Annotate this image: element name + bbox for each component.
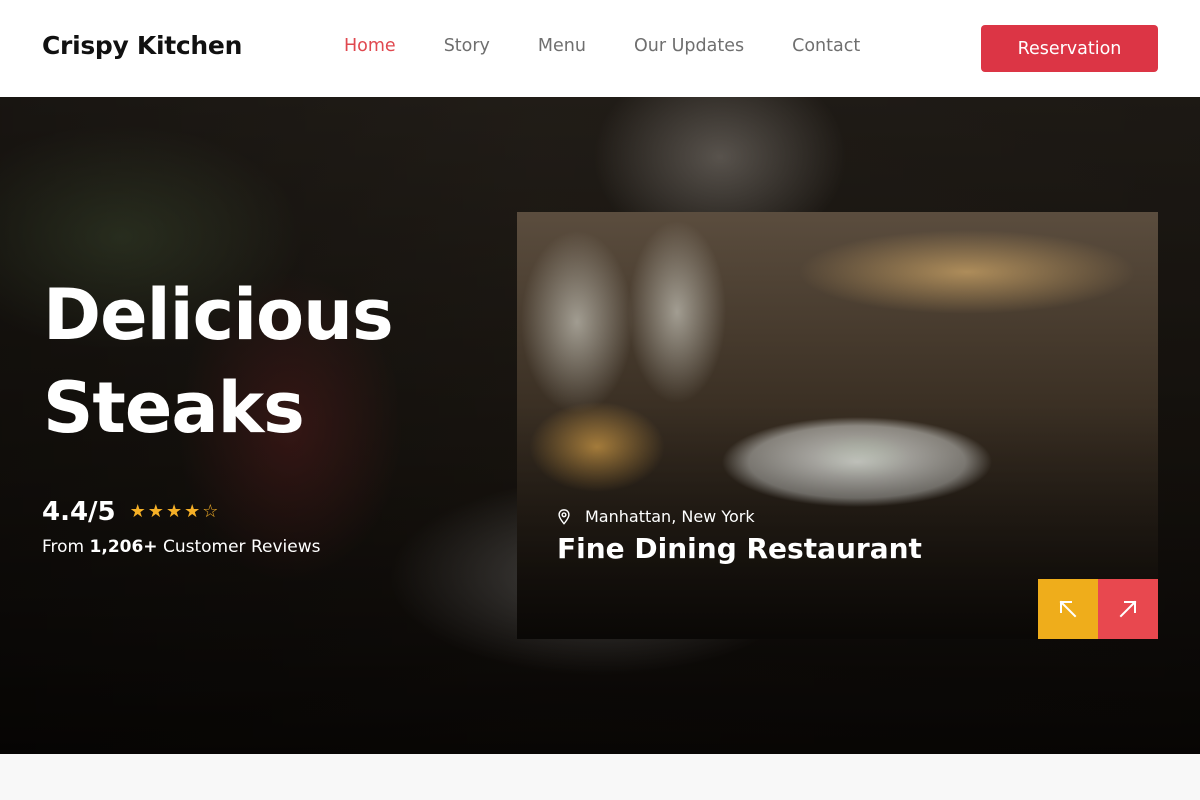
nav-item-story[interactable]: Story bbox=[444, 36, 490, 56]
star-filled-icon: ★ bbox=[129, 501, 146, 522]
reviews-prefix: From bbox=[42, 537, 85, 557]
card-title: Fine Dining Restaurant bbox=[557, 532, 922, 565]
card-location-text: Manhattan, New York bbox=[585, 507, 755, 526]
card-location: Manhattan, New York bbox=[557, 507, 755, 526]
star-empty-icon: ☆ bbox=[202, 501, 219, 522]
nav-item-home[interactable]: Home bbox=[344, 36, 396, 56]
hero-title-line1: Delicious bbox=[43, 274, 394, 356]
rating-score: 4.4/5 bbox=[42, 497, 116, 527]
star-filled-icon: ★ bbox=[165, 501, 183, 522]
featured-card[interactable]: Manhattan, New York Fine Dining Restaura… bbox=[517, 212, 1158, 639]
rating: 4.4/5 ★ ★ ★ ★ ☆ bbox=[42, 497, 218, 527]
card-image bbox=[517, 212, 1158, 639]
reviews-suffix: Customer Reviews bbox=[162, 537, 321, 557]
map-pin-icon bbox=[558, 508, 570, 525]
brand-logo[interactable]: Crispy Kitchen bbox=[42, 31, 242, 60]
star-filled-icon: ★ bbox=[184, 501, 201, 522]
review-count: From 1,206+ Customer Reviews bbox=[42, 537, 320, 557]
reservation-button[interactable]: Reservation bbox=[981, 25, 1158, 72]
arrow-up-left-icon bbox=[1059, 600, 1077, 618]
reviews-count: 1,206+ bbox=[89, 537, 158, 557]
hero-title: Delicious Steaks bbox=[43, 269, 394, 455]
nav-item-our-updates[interactable]: Our Updates bbox=[634, 36, 744, 56]
prev-slide-button[interactable] bbox=[1038, 579, 1098, 639]
navbar: Crispy Kitchen Home Story Menu Our Updat… bbox=[0, 0, 1200, 97]
star-filled-icon: ★ bbox=[147, 501, 164, 522]
below-fold-section bbox=[0, 754, 1200, 800]
nav-item-contact[interactable]: Contact bbox=[792, 36, 860, 56]
main-nav: Home Story Menu Our Updates Contact bbox=[344, 36, 908, 56]
next-slide-button[interactable] bbox=[1098, 579, 1158, 639]
arrow-up-right-icon bbox=[1119, 600, 1137, 618]
nav-item-menu[interactable]: Menu bbox=[538, 36, 586, 56]
hero-section: Delicious Steaks 4.4/5 ★ ★ ★ ★ ☆ From 1,… bbox=[0, 97, 1200, 754]
hero-title-line2: Steaks bbox=[43, 367, 305, 449]
star-rating: ★ ★ ★ ★ ☆ bbox=[130, 503, 219, 521]
